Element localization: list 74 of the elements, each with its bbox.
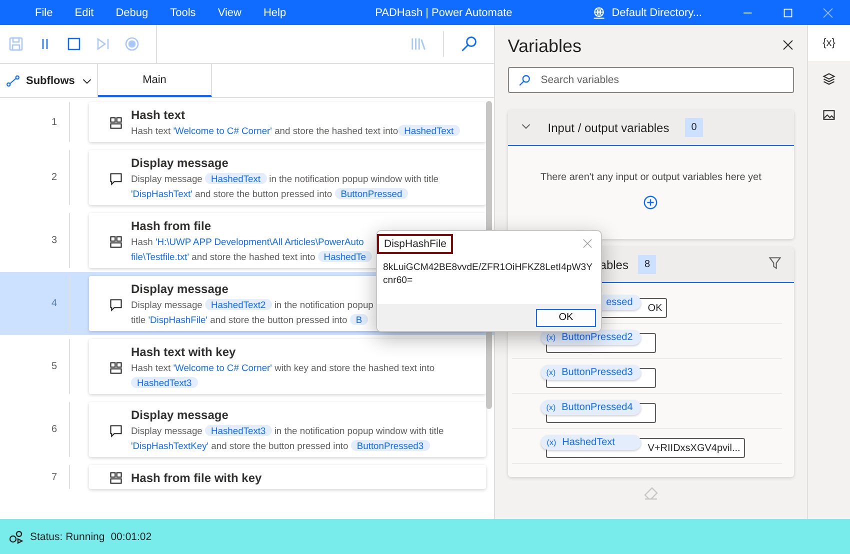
variable-chip[interactable]: (x) HashedText	[540, 434, 641, 450]
stop-icon[interactable]	[66, 36, 82, 52]
menu-item[interactable]: File	[24, 6, 64, 18]
elapsed-time: 00:01:02	[110, 530, 152, 542]
variable-icon: (x)	[546, 402, 556, 412]
eraser-icon	[642, 485, 659, 501]
action-description: Display message HashedText3 in the notification popup window with title 'DispHashTextKey' and store the button pressed into ButtonPressed3	[131, 424, 445, 453]
menu-item[interactable]: Tools	[159, 6, 207, 18]
chat-icon	[109, 298, 123, 312]
action-title: Display message	[131, 282, 230, 296]
action-title: Hash from file with key	[131, 471, 262, 485]
line-number: 7	[0, 465, 70, 489]
empty-message: There aren't any input or output variables here yet	[540, 172, 762, 183]
action-card[interactable]: Display message Display message HashedText3 in the notification popup window with title 'DispHashTextKey' and store the button pressed into ButtonPressed3	[89, 402, 486, 457]
variable-icon: (x)	[546, 332, 556, 342]
line-number: 5	[0, 339, 70, 394]
variables-tab[interactable]: {x}	[808, 25, 850, 61]
ok-button[interactable]: OK	[536, 308, 596, 326]
search-icon	[518, 74, 531, 87]
action-card[interactable]: Hash text Hash text 'Welcome to C# Corner' and store the hashed text into HashedText	[89, 102, 486, 142]
line-number: 6	[0, 402, 70, 457]
line-number: 3	[0, 213, 70, 268]
blocks-icon	[109, 234, 123, 248]
action-description: Hash text 'Welcome to C# Corner' and store the hashed text into HashedText	[131, 123, 460, 138]
line-number: 2	[0, 150, 70, 205]
blocks-icon	[109, 360, 123, 374]
step-row[interactable]: 1 Hash text Hash text 'Welcome to C# Corner' and store the hashed text into HashedText	[0, 98, 494, 146]
step-row[interactable]: 6 Display message Display message HashedText3 in the notification popup window with title 'DispHashTextKey' and store the button pressed into ButtonPressed3	[0, 398, 494, 461]
maximize-icon	[782, 6, 794, 18]
variable-icon: (x)	[546, 368, 556, 376]
step-row[interactable]: 7 Hash from file with key	[0, 461, 494, 493]
action-description: Hash text 'Welcome to C# Corner' with key and store the hashed text into HashedText3	[131, 361, 436, 390]
menu-item[interactable]: Edit	[64, 6, 105, 18]
action-title: Display message	[131, 156, 230, 170]
action-title: Hash text with key	[131, 345, 237, 359]
chat-icon	[109, 172, 123, 186]
image-icon	[822, 108, 836, 122]
line-number: 1	[0, 102, 70, 142]
section-title: Input / output variables	[548, 120, 670, 134]
step-row[interactable]: 5 Hash text with key Hash text 'Welcome to C# Corner' with key and store the hashed text into HashedText3	[0, 335, 494, 398]
action-title: Hash from file	[131, 219, 212, 233]
step-row[interactable]: 2 Display message Display message HashedText in the notification popup window with title 'DispHashText' and store the button pressed into ButtonPressed	[0, 146, 494, 209]
blocks-icon	[109, 116, 123, 130]
chat-icon	[109, 424, 123, 438]
subflow-icon	[6, 74, 20, 88]
status-text: Status: Running	[30, 530, 105, 542]
action-description: Display message HashedText in the notification popup window with title 'DispHashText' and store the button pressed into ButtonPressed	[131, 172, 440, 201]
dialog-title: DispHashFile	[377, 234, 454, 254]
action-title: Hash text	[131, 108, 186, 122]
action-description: Display message HashedText2 in the notification popup title 'DispHashFile' and store the button pressed into B	[131, 298, 374, 327]
tab[interactable]: Main	[98, 64, 212, 97]
menu-item[interactable]: View	[206, 6, 252, 18]
account-name[interactable]: Default Directory...	[612, 6, 702, 18]
action-description: Hash 'H:\UWP APP Development\All Articles\PowerAuto file\Testfile.txt' and store the hashed text into HashedTe	[131, 234, 372, 264]
search-icon[interactable]	[460, 35, 478, 53]
action-card[interactable]: Display message Display message HashedText in the notification popup window with title 'DispHashText' and store the button pressed into ButtonPressed	[89, 150, 486, 205]
panel-title: Variables	[508, 36, 582, 56]
variable-chip[interactable]: (x) ButtonPressed3	[540, 364, 641, 380]
subflows-dropdown[interactable]: Subflows	[0, 64, 98, 97]
count-badge: 8	[638, 255, 656, 274]
count-badge: 0	[685, 118, 703, 137]
line-number: 4	[0, 276, 70, 331]
action-card[interactable]: Hash from file with key	[89, 465, 486, 489]
window-title: PADHash | Power Automate	[375, 6, 512, 18]
variable-chip[interactable]: (x) ButtonPressed4	[540, 400, 641, 414]
variable-icon: (x)	[546, 438, 556, 446]
menu-item[interactable]: Debug	[104, 6, 160, 18]
blocks-icon	[109, 471, 123, 485]
menu-item[interactable]: Help	[252, 6, 298, 18]
search-field[interactable]: Search variables	[508, 67, 794, 93]
globe-icon	[592, 6, 606, 20]
action-title: Display message	[131, 408, 230, 422]
action-card[interactable]: Hash text with key Hash text 'Welcome to C# Corner' with key and store the hashed text into HashedText3	[89, 339, 486, 394]
layers-icon	[822, 72, 836, 86]
